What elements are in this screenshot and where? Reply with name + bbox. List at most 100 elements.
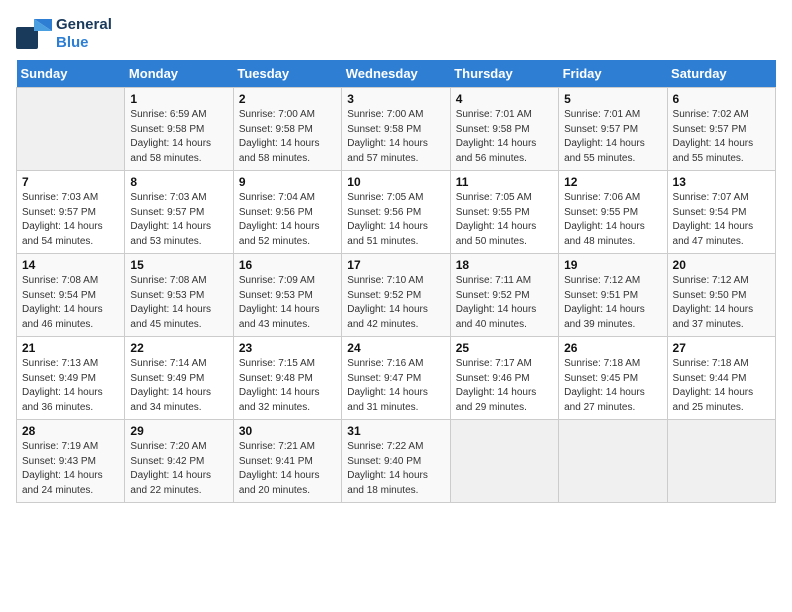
calendar-cell: 28Sunrise: 7:19 AM Sunset: 9:43 PM Dayli… xyxy=(17,420,125,503)
day-info: Sunrise: 7:08 AM Sunset: 9:54 PM Dayligh… xyxy=(22,274,119,332)
day-info: Sunrise: 7:02 AM Sunset: 9:57 PM Dayligh… xyxy=(673,108,770,166)
day-number: 30 xyxy=(239,424,336,438)
calendar-cell: 10 Sunrise: 7:05 AM Sunset: 9:56 PM Dayli… xyxy=(342,171,450,254)
calendar-cell: 9Sunrise: 7:04 AM Sunset: 9:56 PM Daylig… xyxy=(233,171,341,254)
calendar-cell: 17 Sunrise: 7:10 AM Sunset: 9:52 PM Dayli… xyxy=(342,254,450,337)
day-number: 11 xyxy=(456,175,553,189)
day-info: Sunrise: 7:22 AM Sunset: 9:40 PM Dayligh… xyxy=(347,440,444,498)
day-info: Sunrise: 7:14 AM Sunset: 9:49 PM Dayligh… xyxy=(130,357,227,415)
calendar-cell: 6 Sunrise: 7:02 AM Sunset: 9:57 PM Daylig… xyxy=(667,88,775,171)
calendar-cell: 26Sunrise: 7:18 AM Sunset: 9:45 PM Dayli… xyxy=(559,337,667,420)
day-number: 13 xyxy=(673,175,770,189)
day-info: Sunrise: 7:07 AM Sunset: 9:54 PM Dayligh… xyxy=(673,191,770,249)
day-info: Sunrise: 7:05 AM Sunset: 9:55 PM Dayligh… xyxy=(456,191,553,249)
day-number: 29 xyxy=(130,424,227,438)
weekday-header: Saturday xyxy=(667,60,775,88)
day-info: Sunrise: 7:16 AM Sunset: 9:47 PM Dayligh… xyxy=(347,357,444,415)
day-info: Sunrise: 7:03 AM Sunset: 9:57 PM Dayligh… xyxy=(22,191,119,249)
calendar-cell: 24Sunrise: 7:16 AM Sunset: 9:47 PM Dayli… xyxy=(342,337,450,420)
calendar-cell: 1Sunrise: 6:59 AM Sunset: 9:58 PM Daylig… xyxy=(125,88,233,171)
day-number: 14 xyxy=(22,258,119,272)
day-number: 1 xyxy=(130,92,227,106)
day-number: 31 xyxy=(347,424,444,438)
logo-text: General Blue xyxy=(56,16,112,52)
calendar-week: 14 Sunrise: 7:08 AM Sunset: 9:54 PM Dayli… xyxy=(17,254,776,337)
day-number: 21 xyxy=(22,341,119,355)
day-number: 8 xyxy=(130,175,227,189)
calendar-cell: 13 Sunrise: 7:07 AM Sunset: 9:54 PM Dayli… xyxy=(667,171,775,254)
weekday-header: Monday xyxy=(125,60,233,88)
day-number: 25 xyxy=(456,341,553,355)
calendar-cell: 4 Sunrise: 7:01 AM Sunset: 9:58 PM Daylig… xyxy=(450,88,558,171)
day-number: 22 xyxy=(130,341,227,355)
day-info: Sunrise: 7:00 AM Sunset: 9:58 PM Dayligh… xyxy=(239,108,336,166)
day-number: 5 xyxy=(564,92,661,106)
calendar-cell: 7Sunrise: 7:03 AM Sunset: 9:57 PM Daylig… xyxy=(17,171,125,254)
day-number: 15 xyxy=(130,258,227,272)
weekday-row: SundayMondayTuesdayWednesdayThursdayFrid… xyxy=(17,60,776,88)
calendar-week: 28Sunrise: 7:19 AM Sunset: 9:43 PM Dayli… xyxy=(17,420,776,503)
day-number: 20 xyxy=(673,258,770,272)
calendar-cell: 8 Sunrise: 7:03 AM Sunset: 9:57 PM Daylig… xyxy=(125,171,233,254)
day-info: Sunrise: 7:03 AM Sunset: 9:57 PM Dayligh… xyxy=(130,191,227,249)
calendar-cell: 23Sunrise: 7:15 AM Sunset: 9:48 PM Dayli… xyxy=(233,337,341,420)
calendar-cell: 30Sunrise: 7:21 AM Sunset: 9:41 PM Dayli… xyxy=(233,420,341,503)
calendar-cell xyxy=(450,420,558,503)
calendar-cell: 15 Sunrise: 7:08 AM Sunset: 9:53 PM Dayli… xyxy=(125,254,233,337)
day-info: Sunrise: 7:12 AM Sunset: 9:50 PM Dayligh… xyxy=(673,274,770,332)
day-info: Sunrise: 7:18 AM Sunset: 9:45 PM Dayligh… xyxy=(564,357,661,415)
calendar-cell: 25Sunrise: 7:17 AM Sunset: 9:46 PM Dayli… xyxy=(450,337,558,420)
day-number: 12 xyxy=(564,175,661,189)
day-number: 19 xyxy=(564,258,661,272)
calendar-cell: 27 Sunrise: 7:18 AM Sunset: 9:44 PM Dayli… xyxy=(667,337,775,420)
calendar-week: 21 Sunrise: 7:13 AM Sunset: 9:49 PM Dayli… xyxy=(17,337,776,420)
day-info: Sunrise: 7:18 AM Sunset: 9:44 PM Dayligh… xyxy=(673,357,770,415)
calendar-cell: 18 Sunrise: 7:11 AM Sunset: 9:52 PM Dayli… xyxy=(450,254,558,337)
logo: General Blue xyxy=(16,16,112,52)
calendar-cell: 29 Sunrise: 7:20 AM Sunset: 9:42 PM Dayli… xyxy=(125,420,233,503)
weekday-header: Thursday xyxy=(450,60,558,88)
day-number: 18 xyxy=(456,258,553,272)
calendar-cell: 19 Sunrise: 7:12 AM Sunset: 9:51 PM Dayli… xyxy=(559,254,667,337)
day-info: Sunrise: 7:12 AM Sunset: 9:51 PM Dayligh… xyxy=(564,274,661,332)
calendar-week: 1Sunrise: 6:59 AM Sunset: 9:58 PM Daylig… xyxy=(17,88,776,171)
calendar-header: SundayMondayTuesdayWednesdayThursdayFrid… xyxy=(17,60,776,88)
day-number: 10 xyxy=(347,175,444,189)
calendar-cell: 31 Sunrise: 7:22 AM Sunset: 9:40 PM Dayli… xyxy=(342,420,450,503)
day-info: Sunrise: 7:05 AM Sunset: 9:56 PM Dayligh… xyxy=(347,191,444,249)
calendar-cell xyxy=(559,420,667,503)
calendar-week: 7Sunrise: 7:03 AM Sunset: 9:57 PM Daylig… xyxy=(17,171,776,254)
day-info: Sunrise: 7:06 AM Sunset: 9:55 PM Dayligh… xyxy=(564,191,661,249)
day-number: 16 xyxy=(239,258,336,272)
day-number: 4 xyxy=(456,92,553,106)
calendar-cell: 14 Sunrise: 7:08 AM Sunset: 9:54 PM Dayli… xyxy=(17,254,125,337)
day-number: 6 xyxy=(673,92,770,106)
day-info: Sunrise: 7:11 AM Sunset: 9:52 PM Dayligh… xyxy=(456,274,553,332)
calendar-cell xyxy=(17,88,125,171)
weekday-header: Tuesday xyxy=(233,60,341,88)
day-info: Sunrise: 7:13 AM Sunset: 9:49 PM Dayligh… xyxy=(22,357,119,415)
calendar-cell: 5 Sunrise: 7:01 AM Sunset: 9:57 PM Daylig… xyxy=(559,88,667,171)
calendar-cell: 12 Sunrise: 7:06 AM Sunset: 9:55 PM Dayli… xyxy=(559,171,667,254)
day-info: Sunrise: 7:01 AM Sunset: 9:57 PM Dayligh… xyxy=(564,108,661,166)
day-info: Sunrise: 7:01 AM Sunset: 9:58 PM Dayligh… xyxy=(456,108,553,166)
calendar-cell: 22 Sunrise: 7:14 AM Sunset: 9:49 PM Dayli… xyxy=(125,337,233,420)
calendar-cell: 20 Sunrise: 7:12 AM Sunset: 9:50 PM Dayli… xyxy=(667,254,775,337)
day-info: Sunrise: 7:09 AM Sunset: 9:53 PM Dayligh… xyxy=(239,274,336,332)
header: General Blue xyxy=(16,16,776,52)
day-info: Sunrise: 7:08 AM Sunset: 9:53 PM Dayligh… xyxy=(130,274,227,332)
day-info: Sunrise: 7:10 AM Sunset: 9:52 PM Dayligh… xyxy=(347,274,444,332)
day-number: 27 xyxy=(673,341,770,355)
calendar-table: SundayMondayTuesdayWednesdayThursdayFrid… xyxy=(16,60,776,503)
day-number: 17 xyxy=(347,258,444,272)
weekday-header: Sunday xyxy=(17,60,125,88)
day-info: Sunrise: 7:20 AM Sunset: 9:42 PM Dayligh… xyxy=(130,440,227,498)
calendar-cell: 16 Sunrise: 7:09 AM Sunset: 9:53 PM Dayli… xyxy=(233,254,341,337)
logo-icon xyxy=(16,19,52,49)
calendar-cell: 21 Sunrise: 7:13 AM Sunset: 9:49 PM Dayli… xyxy=(17,337,125,420)
weekday-header: Friday xyxy=(559,60,667,88)
day-info: Sunrise: 7:19 AM Sunset: 9:43 PM Dayligh… xyxy=(22,440,119,498)
calendar-cell: 3Sunrise: 7:00 AM Sunset: 9:58 PM Daylig… xyxy=(342,88,450,171)
day-number: 9 xyxy=(239,175,336,189)
day-info: Sunrise: 7:15 AM Sunset: 9:48 PM Dayligh… xyxy=(239,357,336,415)
